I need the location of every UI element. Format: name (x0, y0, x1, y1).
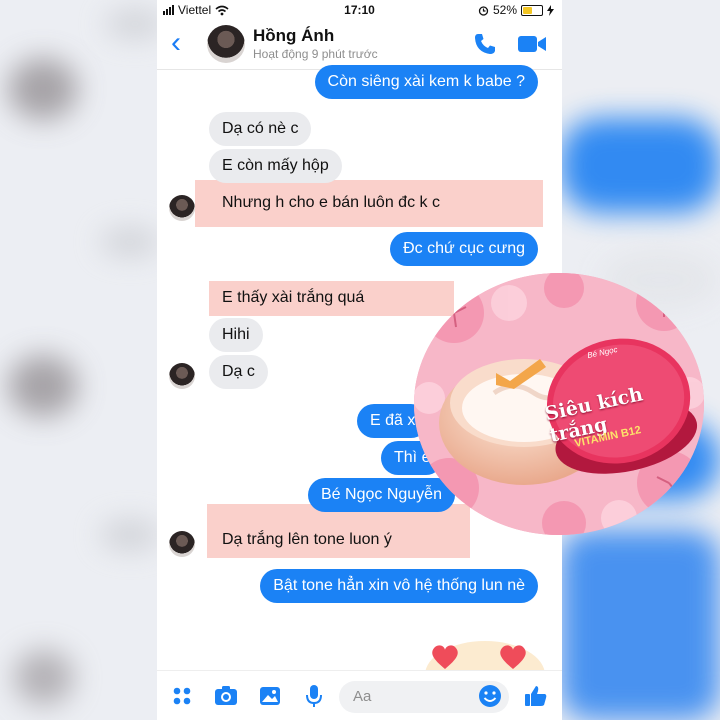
message-outgoing: Còn siêng xài kem k babe ? (314, 65, 538, 99)
message-incoming: Nhưng h cho e bán luôn đc k c (222, 194, 440, 211)
sender-avatar (169, 531, 195, 557)
emoji-icon[interactable] (477, 683, 503, 709)
message-incoming: E còn mấy hộp (209, 149, 342, 183)
message-incoming: Dạ c (209, 355, 268, 389)
message-incoming: E thấy xài trắng quá (222, 289, 365, 306)
photo-gallery-icon[interactable] (257, 683, 283, 709)
battery-percent: 52% (492, 3, 517, 17)
message-outgoing: Đc chứ cục cưng (390, 232, 538, 266)
message-incoming: Dạ trắng lên tone luon ý (222, 531, 392, 548)
thumbs-up-icon[interactable] (523, 683, 549, 709)
heart-sticker (425, 641, 545, 675)
sender-avatar (169, 195, 195, 221)
microphone-icon[interactable] (301, 683, 327, 709)
contact-avatar[interactable] (207, 25, 245, 63)
composer-bar: Aa (157, 670, 562, 720)
charging-icon (547, 4, 554, 16)
battery-icon (521, 4, 543, 16)
phone-icon[interactable] (473, 32, 497, 56)
active-status: Hoạt động 9 phút trước (253, 47, 378, 61)
alarm-icon (478, 5, 489, 16)
chat-header: ‹ Hồng Ánh Hoạt động 9 phút trước (157, 20, 562, 70)
camera-icon[interactable] (213, 683, 239, 709)
video-camera-icon[interactable] (517, 34, 547, 54)
message-outgoing: Bật tone hẳn xin vô hệ thống lun nè (260, 569, 538, 603)
chevron-left-icon[interactable]: ‹ (171, 28, 181, 58)
message-outgoing: Bé Ngọc Nguyễn (308, 478, 455, 512)
status-bar: Viettel 17:10 52% (157, 0, 562, 20)
message-incoming: Hihi (209, 318, 263, 352)
grid-menu-icon[interactable] (169, 683, 195, 709)
status-right: 52% (478, 3, 554, 17)
product-image: Bé Ngọc Siêu kích trắng VITAMIN B12 (414, 273, 704, 535)
contact-name[interactable]: Hồng Ánh (253, 26, 334, 46)
message-incoming: Dạ có nè c (209, 112, 312, 146)
sender-avatar (169, 363, 195, 389)
